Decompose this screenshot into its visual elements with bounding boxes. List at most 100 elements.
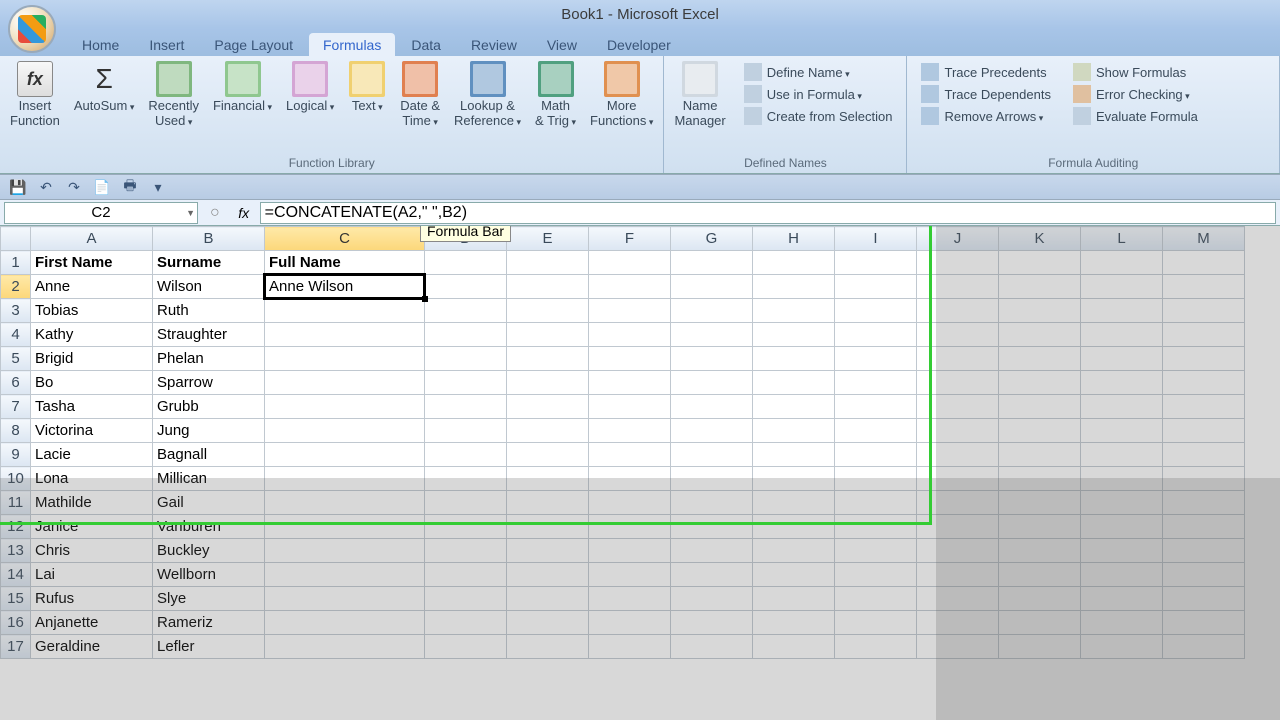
cell[interactable] [507,539,589,563]
cell[interactable] [589,611,671,635]
cell[interactable] [1081,467,1163,491]
cell[interactable] [917,443,999,467]
cell[interactable] [589,347,671,371]
row-header[interactable]: 15 [1,587,31,611]
cell[interactable] [425,491,507,515]
cell[interactable] [589,299,671,323]
col-header-H[interactable]: H [753,227,835,251]
cell[interactable] [589,467,671,491]
lookup-reference-button[interactable]: Lookup & Reference [448,58,527,132]
cell[interactable]: Vanburen [153,515,265,539]
col-header-A[interactable]: A [31,227,153,251]
cell[interactable]: Tasha [31,395,153,419]
cell[interactable] [425,563,507,587]
cell[interactable]: Victorina [31,419,153,443]
tab-home[interactable]: Home [68,33,133,56]
print-icon[interactable]: 🖶 [120,177,140,197]
cell[interactable] [425,635,507,659]
cell[interactable] [1163,299,1245,323]
cell[interactable] [1081,539,1163,563]
cell[interactable] [265,395,425,419]
cell[interactable] [507,563,589,587]
tab-developer[interactable]: Developer [593,33,685,56]
cell[interactable] [265,587,425,611]
cell[interactable] [265,563,425,587]
tab-review[interactable]: Review [457,33,531,56]
row-header[interactable]: 14 [1,563,31,587]
row-header[interactable]: 2 [1,275,31,299]
evaluate-formula-button[interactable]: Evaluate Formula [1069,106,1202,126]
fx-icon[interactable]: fx [234,203,254,223]
cell[interactable] [917,611,999,635]
cell[interactable] [589,491,671,515]
cell[interactable] [1163,443,1245,467]
row-header[interactable]: 7 [1,395,31,419]
cell[interactable] [671,587,753,611]
cell[interactable] [425,539,507,563]
cell[interactable] [1163,347,1245,371]
tab-data[interactable]: Data [397,33,455,56]
cell[interactable] [835,371,917,395]
cell[interactable]: Anne [31,275,153,299]
cell[interactable] [999,347,1081,371]
new-icon[interactable]: 📄 [92,177,112,197]
cell[interactable] [425,347,507,371]
cell[interactable] [265,467,425,491]
cell[interactable] [1081,347,1163,371]
remove-arrows-button[interactable]: Remove Arrows [917,106,1054,126]
cell[interactable] [835,443,917,467]
show-formulas-button[interactable]: Show Formulas [1069,62,1202,82]
row-header[interactable]: 5 [1,347,31,371]
cell[interactable] [671,299,753,323]
cell[interactable] [999,275,1081,299]
col-header-M[interactable]: M [1163,227,1245,251]
more-functions-button[interactable]: More Functions [584,58,659,132]
cell[interactable]: Geraldine [31,635,153,659]
cell[interactable] [671,467,753,491]
name-manager-button[interactable]: Name Manager [668,58,731,132]
cell[interactable] [917,635,999,659]
cell[interactable] [835,491,917,515]
cell[interactable] [1163,371,1245,395]
cell[interactable]: Anne Wilson [265,275,425,299]
cell[interactable]: Slye [153,587,265,611]
chevron-down-icon[interactable]: ▼ [186,208,195,218]
cell[interactable] [589,515,671,539]
cell[interactable] [425,275,507,299]
cell[interactable] [507,371,589,395]
error-checking-button[interactable]: Error Checking [1069,84,1202,104]
cell[interactable] [671,371,753,395]
cell[interactable] [507,611,589,635]
cell[interactable] [835,467,917,491]
col-header-E[interactable]: E [507,227,589,251]
cell[interactable] [1163,563,1245,587]
cell[interactable] [999,251,1081,275]
row-header[interactable]: 17 [1,635,31,659]
cell[interactable] [265,539,425,563]
cell[interactable] [589,323,671,347]
cell[interactable] [999,323,1081,347]
cell[interactable] [507,347,589,371]
cell[interactable]: Jung [153,419,265,443]
cell[interactable] [835,419,917,443]
cell[interactable] [425,251,507,275]
row-header[interactable]: 8 [1,419,31,443]
cell[interactable] [753,251,835,275]
cell[interactable] [753,395,835,419]
cell[interactable] [265,635,425,659]
col-header-K[interactable]: K [999,227,1081,251]
cell[interactable] [589,419,671,443]
cell[interactable] [753,611,835,635]
cell[interactable]: Chris [31,539,153,563]
cell[interactable] [917,275,999,299]
cell[interactable] [507,467,589,491]
cell[interactable] [589,587,671,611]
cell[interactable] [1081,515,1163,539]
cell[interactable] [917,419,999,443]
tab-view[interactable]: View [533,33,591,56]
cell[interactable] [835,563,917,587]
cell[interactable] [507,587,589,611]
cell[interactable]: Tobias [31,299,153,323]
insert-function-button[interactable]: fx Insert Function [4,58,66,132]
cell[interactable] [425,299,507,323]
